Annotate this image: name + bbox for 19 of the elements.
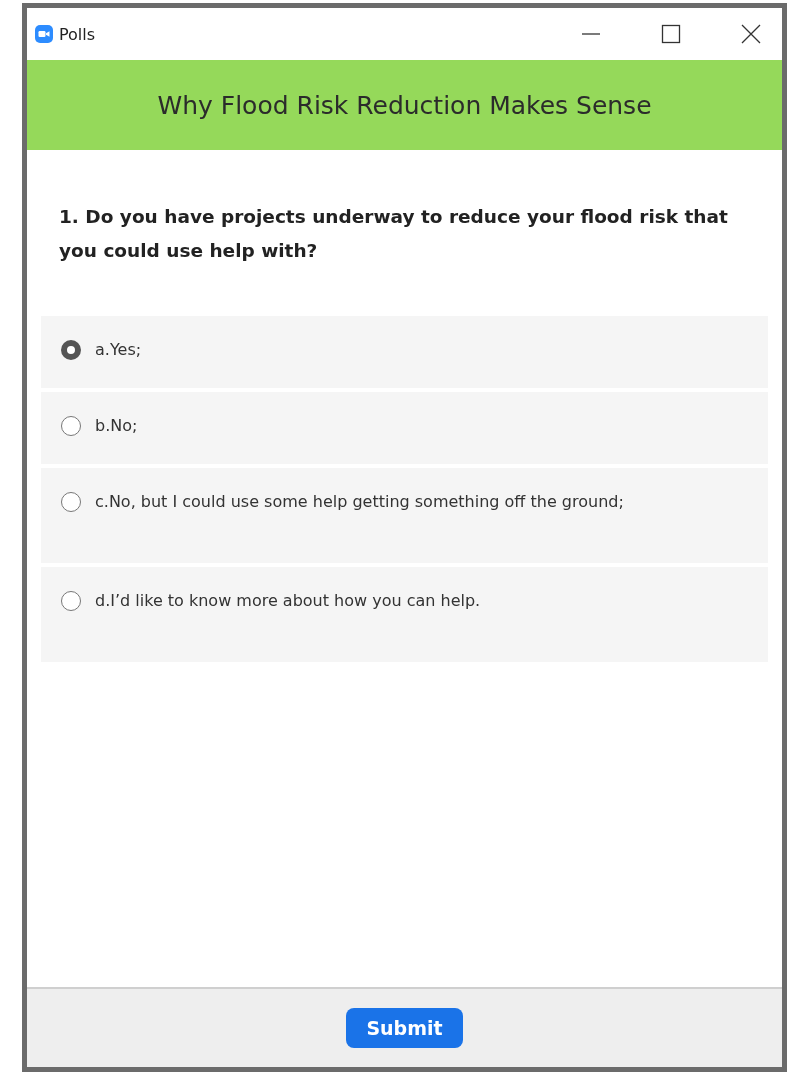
question-text: 1. Do you have projects underway to reduce your flood risk that you could use help with? — [59, 205, 728, 263]
option-label: a.Yes; — [95, 340, 142, 360]
poll-title: Why Flood Risk Reduction Makes Sense — [157, 90, 652, 120]
radio-button[interactable] — [61, 416, 81, 436]
radio-button[interactable] — [61, 591, 81, 611]
radio-button[interactable] — [61, 492, 81, 512]
answer-option[interactable]: d.I’d like to know more about how you can help. — [41, 567, 768, 662]
close-icon[interactable] — [740, 23, 762, 45]
option-label: d.I’d like to know more about how you can help. — [95, 591, 481, 611]
option-label: b.No; — [95, 416, 138, 436]
camera-icon — [35, 25, 53, 43]
maximize-icon[interactable] — [660, 23, 682, 45]
option-label: c.No, but I could use some help getting something off the ground; — [95, 492, 624, 512]
window-title: Polls — [59, 24, 96, 44]
answer-option[interactable]: c.No, but I could use some help getting something off the ground; — [41, 468, 768, 563]
answer-option[interactable]: a.Yes; — [41, 316, 768, 388]
submit-button[interactable]: Submit — [346, 1008, 463, 1048]
radio-button[interactable] — [61, 340, 81, 360]
answer-option[interactable]: b.No; — [41, 392, 768, 464]
